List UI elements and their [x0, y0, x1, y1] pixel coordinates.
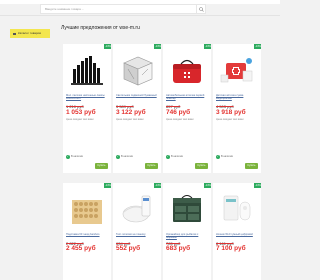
product-image[interactable] [216, 49, 258, 91]
page-title: Лучшие предложения от wse-m.ru [61, 25, 140, 31]
in-stock-status: ✓ В наличии [216, 154, 233, 159]
product-title-link[interactable]: Ночник Wi-Fi умный цифровой [216, 233, 258, 240]
product-title-link[interactable]: Мол. палочки настенные лампы BAWGOSHT [66, 94, 108, 101]
product-image[interactable] [66, 49, 108, 91]
lamp-white-image [223, 195, 251, 221]
in-stock-status: ✓ В наличии [166, 154, 183, 159]
price: 3 122 руб [116, 109, 146, 116]
product-card[interactable]: -13% Ночник Wi-Fi умный цифровой 8 161 р… [213, 183, 261, 280]
product-card[interactable]: -13% Детская аптечка сумка медицинская 4… [213, 44, 261, 173]
in-stock-label: В наличии [121, 155, 134, 158]
product-image[interactable] [166, 49, 208, 91]
in-stock-status: ✓ В наличии [66, 154, 83, 159]
buy-button[interactable]: Купить [145, 163, 158, 169]
product-card[interactable]: -13% Мол. палочки настенные лампы BAWGOS… [63, 44, 111, 173]
in-stock-label: В наличии [221, 155, 234, 158]
product-image[interactable] [166, 188, 208, 230]
product-card[interactable]: -13% Светильник подвесной бумажный 3 589… [113, 44, 161, 173]
product-card[interactable]: -13% Подставка 60 гнезд bamboo 2 822 руб… [63, 183, 111, 280]
price: 746 руб [166, 109, 191, 116]
watch-link[interactable]: Цена ожидает вас вами [166, 118, 194, 121]
product-image[interactable] [216, 188, 258, 230]
check-icon: ✓ [216, 154, 220, 159]
product-card[interactable]: -13% Автомобильная аптечка первой помощи… [163, 44, 211, 173]
red-bag-image [173, 59, 201, 83]
search-input[interactable]: Введите название товара ... [40, 4, 197, 14]
black-bars-image [71, 56, 103, 85]
price: 3 918 руб [216, 109, 246, 116]
product-card[interactable]: -13% Тест-полоски на глюкозу 634 руб 552… [113, 183, 161, 280]
price: 1 053 руб [66, 109, 96, 116]
search-button[interactable] [197, 4, 206, 14]
product-title-link[interactable]: Подставка 60 гнезд bamboo [66, 233, 108, 240]
product-title-link[interactable]: Тест-полоски на глюкозу [116, 233, 158, 240]
product-image[interactable] [116, 188, 158, 230]
product-title-link[interactable]: Автомобильная аптечка первой помощи [166, 94, 208, 101]
price: 2 455 руб [66, 245, 96, 252]
product-image[interactable] [116, 49, 158, 91]
bamboo-image [72, 200, 102, 224]
check-icon: ✓ [116, 154, 120, 159]
in-stock-label: В наличии [171, 155, 184, 158]
watch-link[interactable]: Цена ожидает вас вами [216, 118, 244, 121]
product-title-link[interactable]: Светильник подвесной бумажный [116, 94, 158, 101]
catalog-button[interactable]: Каталог товаров [10, 29, 50, 38]
price: 683 руб [166, 245, 191, 252]
search-icon [198, 6, 204, 12]
tackle-box-image [173, 195, 201, 222]
in-stock-status: ✓ В наличии [116, 154, 133, 159]
check-icon: ✓ [166, 154, 170, 159]
buy-button[interactable]: Купить [245, 163, 258, 169]
buy-button[interactable]: Купить [195, 163, 208, 169]
product-title-link[interactable]: Детская аптечка сумка медицинская [216, 94, 258, 101]
catalog-button-label: Каталог товаров [18, 31, 41, 35]
medkit-image [220, 58, 253, 83]
price: 552 руб [116, 245, 141, 252]
menu-icon [13, 32, 16, 35]
in-stock-label: В наличии [71, 155, 84, 158]
check-icon: ✓ [66, 154, 70, 159]
watch-link[interactable]: Цена ожидает вас вами [116, 118, 144, 121]
product-title-link[interactable]: Органайзер для рыбалки с ящиками [166, 233, 208, 240]
lamp-cube-image [123, 56, 153, 86]
product-card[interactable]: -13% Органайзер для рыбалки с ящиками 78… [163, 183, 211, 280]
watch-link[interactable]: Цена ожидает вас вами [66, 118, 94, 121]
buy-button[interactable]: Купить [95, 163, 108, 169]
header-divider [0, 15, 280, 16]
product-image[interactable] [66, 188, 108, 230]
price: 7 100 руб [216, 245, 246, 252]
strips-image [122, 195, 151, 223]
